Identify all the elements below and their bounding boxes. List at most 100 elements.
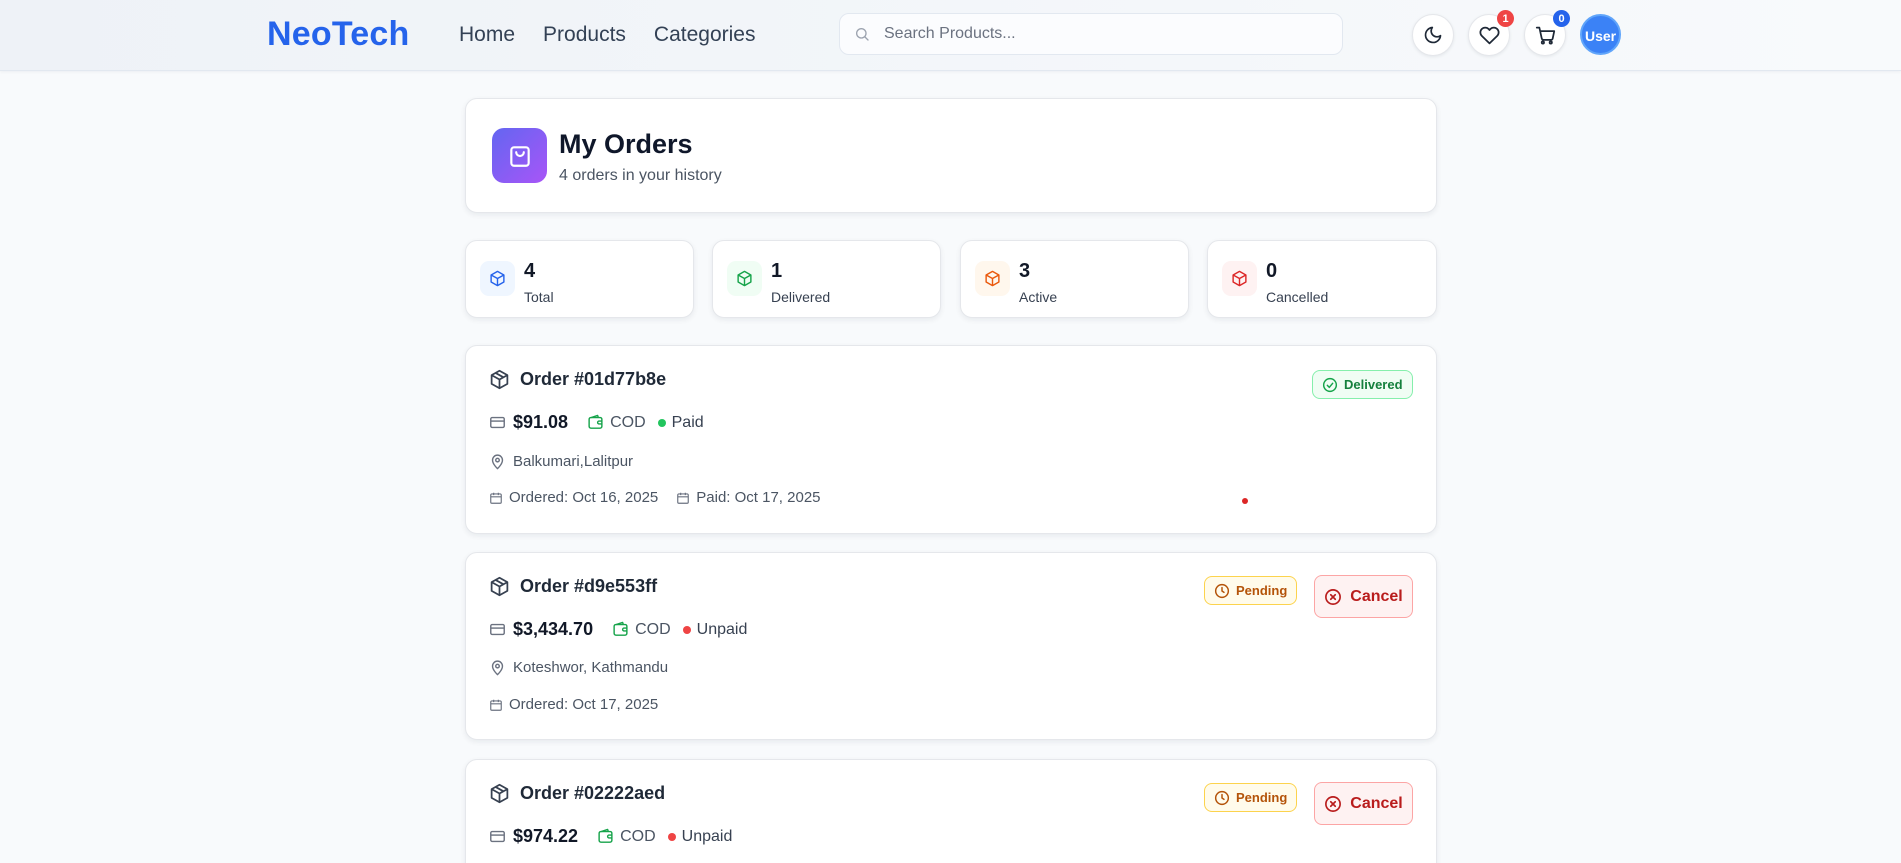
payment-method-label: COD xyxy=(635,620,671,638)
payment-status: Unpaid xyxy=(681,827,733,845)
clock-icon xyxy=(1214,583,1230,599)
status-label: Pending xyxy=(1236,790,1288,805)
calendar-icon xyxy=(489,698,503,712)
order-title: Order #01d77b8e xyxy=(489,369,666,390)
order-id: Order #02222aed xyxy=(520,783,666,803)
stat-label: Active xyxy=(1019,289,1058,305)
payment-method: COD xyxy=(612,621,671,639)
order-id: Order #d9e553ff xyxy=(520,576,658,596)
payment-row: $91.08 COD Paid xyxy=(489,412,704,433)
wishlist-button[interactable]: 1 xyxy=(1468,10,1514,56)
stat-label: Cancelled xyxy=(1266,289,1329,305)
paid-date: Paid: Oct 17, 2025 xyxy=(696,489,821,506)
cart-icon xyxy=(1535,25,1556,46)
shipping-address: Balkumari,Lalitpur xyxy=(513,453,634,470)
nav-home-link[interactable]: Home xyxy=(459,23,515,47)
map-pin-icon xyxy=(489,659,506,676)
clock-icon xyxy=(1214,790,1230,806)
x-circle-icon xyxy=(1324,795,1342,813)
status-badge: Delivered xyxy=(1312,370,1413,399)
package-icon xyxy=(489,369,510,390)
moon-icon xyxy=(1423,25,1443,45)
stat-card-delivered: 1 Delivered xyxy=(712,240,941,318)
order-card[interactable]: Order #d9e553ff Pending Cancel $3,434.70… xyxy=(465,552,1437,740)
credit-card-icon xyxy=(489,621,506,638)
top-navbar: NeoTech Home Products Categories 1 0 Use… xyxy=(0,0,1901,71)
stat-label: Delivered xyxy=(771,289,831,305)
package-icon xyxy=(727,261,762,296)
user-avatar[interactable]: User xyxy=(1580,14,1621,55)
stat-card-total: 4 Total xyxy=(465,240,694,318)
payment-method: COD xyxy=(587,414,646,432)
order-title: Order #02222aed xyxy=(489,783,665,804)
status-badge: Pending xyxy=(1204,783,1298,812)
x-circle-icon xyxy=(1324,588,1342,606)
payment-method-label: COD xyxy=(620,827,656,845)
payment-status: Unpaid xyxy=(696,620,748,638)
package-icon xyxy=(489,576,510,597)
order-total: $91.08 xyxy=(513,412,569,432)
stat-value: 4 xyxy=(524,260,536,282)
order-total: $3,434.70 xyxy=(513,619,594,639)
wallet-icon xyxy=(612,621,629,638)
order-card[interactable]: Order #01d77b8e Delivered $91.08 COD Pai… xyxy=(465,345,1437,534)
cancel-order-button[interactable]: Cancel xyxy=(1314,575,1413,618)
paid-dot xyxy=(657,418,666,427)
orders-header-card: My Orders 4 orders in your history xyxy=(465,98,1437,213)
heart-icon xyxy=(1479,25,1500,46)
order-card[interactable]: Order #02222aed Pending Cancel $974.22 C… xyxy=(465,759,1437,863)
dates-row: Ordered: Oct 17, 2025 xyxy=(489,696,658,713)
payment-row: $3,434.70 COD Unpaid xyxy=(489,619,747,640)
stat-value: 3 xyxy=(1019,260,1031,282)
order-total: $974.22 xyxy=(513,826,579,846)
brand-logo[interactable]: NeoTech xyxy=(267,15,409,54)
ordered-date: Ordered: Oct 17, 2025 xyxy=(509,696,659,713)
status-label: Pending xyxy=(1236,583,1288,598)
order-id: Order #01d77b8e xyxy=(520,369,667,389)
unpaid-dot xyxy=(667,832,676,841)
unpaid-dot xyxy=(682,625,691,634)
credit-card-icon xyxy=(489,414,506,431)
theme-toggle-button[interactable] xyxy=(1412,14,1454,56)
map-pin-icon xyxy=(489,453,506,470)
package-icon xyxy=(489,783,510,804)
stat-value: 1 xyxy=(771,260,783,282)
page-subtitle: 4 orders in your history xyxy=(559,167,722,184)
cancel-label: Cancel xyxy=(1350,794,1403,812)
page-title: My Orders xyxy=(559,129,693,159)
shipping-address: Koteshwor, Kathmandu xyxy=(513,659,669,676)
dates-row: Ordered: Oct 16, 2025 Paid: Oct 17, 2025 xyxy=(489,489,821,506)
package-icon xyxy=(480,261,515,296)
address-row: Koteshwor, Kathmandu xyxy=(489,659,668,676)
search-bar xyxy=(839,13,1343,55)
package-icon xyxy=(975,261,1010,296)
cart-button[interactable]: 0 xyxy=(1524,10,1570,56)
package-icon xyxy=(1222,261,1257,296)
main-nav: Home Products Categories xyxy=(459,23,755,47)
cart-count-badge: 0 xyxy=(1553,10,1570,27)
search-input[interactable] xyxy=(884,25,1324,43)
credit-card-icon xyxy=(489,828,506,845)
wishlist-count-badge: 1 xyxy=(1497,10,1514,27)
calendar-icon xyxy=(489,491,503,505)
nav-products-link[interactable]: Products xyxy=(543,23,626,47)
status-badge: Pending xyxy=(1204,576,1298,605)
wallet-icon xyxy=(597,828,614,845)
status-label: Delivered xyxy=(1344,377,1403,392)
check-circle-icon xyxy=(1322,377,1338,393)
calendar-icon xyxy=(676,491,690,505)
stat-value: 0 xyxy=(1266,260,1278,282)
search-icon xyxy=(854,26,870,42)
shopping-bag-icon xyxy=(492,128,547,183)
stat-label: Total xyxy=(524,289,554,305)
stray-dot xyxy=(1242,498,1248,504)
cancel-order-button[interactable]: Cancel xyxy=(1314,782,1413,825)
payment-status: Paid xyxy=(671,413,704,431)
payment-method-label: COD xyxy=(610,413,646,431)
cancel-label: Cancel xyxy=(1350,587,1403,605)
payment-row: $974.22 COD Unpaid xyxy=(489,826,732,847)
stat-card-active: 3 Active xyxy=(960,240,1189,318)
address-row: Balkumari,Lalitpur xyxy=(489,453,633,470)
wallet-icon xyxy=(587,414,604,431)
nav-categories-link[interactable]: Categories xyxy=(654,23,756,47)
